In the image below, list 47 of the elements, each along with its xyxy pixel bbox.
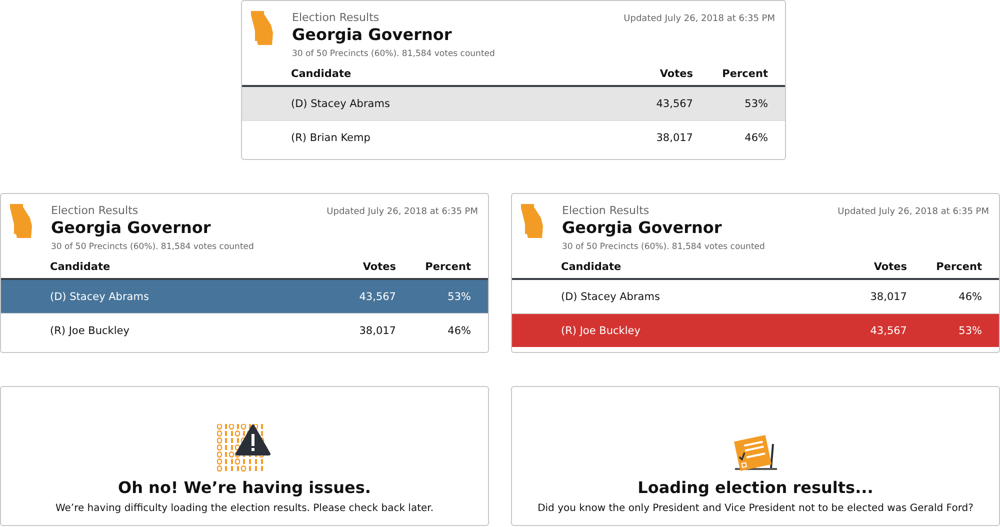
state-map-icon	[10, 204, 33, 239]
table-cell-text: 53%	[446, 290, 471, 302]
column-header: Percent	[935, 261, 982, 273]
card-title: Georgia Governor	[292, 25, 453, 44]
table-cell-text: (D) Stacey Abrams	[561, 290, 661, 302]
table-cell-text: 53%	[958, 324, 982, 336]
column-header: Votes	[362, 261, 396, 273]
updated-time: Updated July 26, 2018 at 6:35 PM	[838, 207, 989, 217]
column-header: Candidate	[561, 261, 622, 273]
table-cell-text: 43,567	[358, 290, 396, 302]
table-cell-text: 38,017	[655, 132, 693, 144]
state-map-icon	[521, 204, 544, 239]
column-header: Percent	[721, 68, 768, 80]
status-message: We’re having difficulty loading the election results. Please check back later.	[55, 503, 434, 514]
binary-warning-icon	[217, 424, 272, 472]
column-header: Percent	[424, 261, 471, 273]
column-header: Votes	[872, 261, 907, 273]
table-cell-text: 46%	[958, 290, 982, 302]
card-label: Election Results	[51, 204, 138, 217]
updated-time: Updated July 26, 2018 at 6:35 PM	[326, 207, 478, 217]
column-header: Candidate	[291, 68, 352, 80]
card-label: Election Results	[562, 204, 650, 217]
updated-time: Updated July 26, 2018 at 6:35 PM	[624, 14, 775, 24]
status-message: Did you know the only President and Vice President not to be elected was Gerald Ford?	[538, 503, 974, 514]
table-cell-text: (R) Joe Buckley	[50, 324, 130, 336]
status-heading: Oh no! We’re having issues.	[118, 478, 372, 497]
table-cell-text: (R) Joe Buckley	[561, 324, 642, 336]
table-cell-text: (D) Stacey Abrams	[291, 98, 391, 110]
table-cell-text: (R) Brian Kemp	[291, 132, 372, 144]
results-summary: 30 of 50 Precincts (60%). 81,584 votes counted	[562, 242, 766, 252]
column-header: Candidate	[50, 261, 112, 273]
results-summary: 30 of 50 Precincts (60%). 81,584 votes counted	[51, 242, 255, 252]
card-label: Election Results	[292, 11, 380, 24]
table-cell-text: 53%	[744, 98, 768, 110]
table-cell-text: (D) Stacey Abrams	[50, 290, 150, 302]
table-cell-text: 46%	[744, 132, 768, 144]
table-cell-text: 43,567	[655, 98, 693, 110]
column-header: Votes	[658, 68, 693, 80]
results-summary: 30 of 50 Precincts (60%). 81,584 votes counted	[292, 49, 496, 59]
card-title: Georgia Governor	[51, 218, 212, 237]
status-heading: Loading election results...	[638, 478, 874, 497]
table-cell-text: 38,017	[358, 324, 396, 336]
state-map-icon	[251, 11, 274, 46]
table-cell-text: 43,567	[869, 324, 907, 336]
card-title: Georgia Governor	[562, 218, 723, 237]
table-cell-text: 46%	[446, 324, 471, 336]
table-cell-text: 38,017	[869, 290, 907, 302]
